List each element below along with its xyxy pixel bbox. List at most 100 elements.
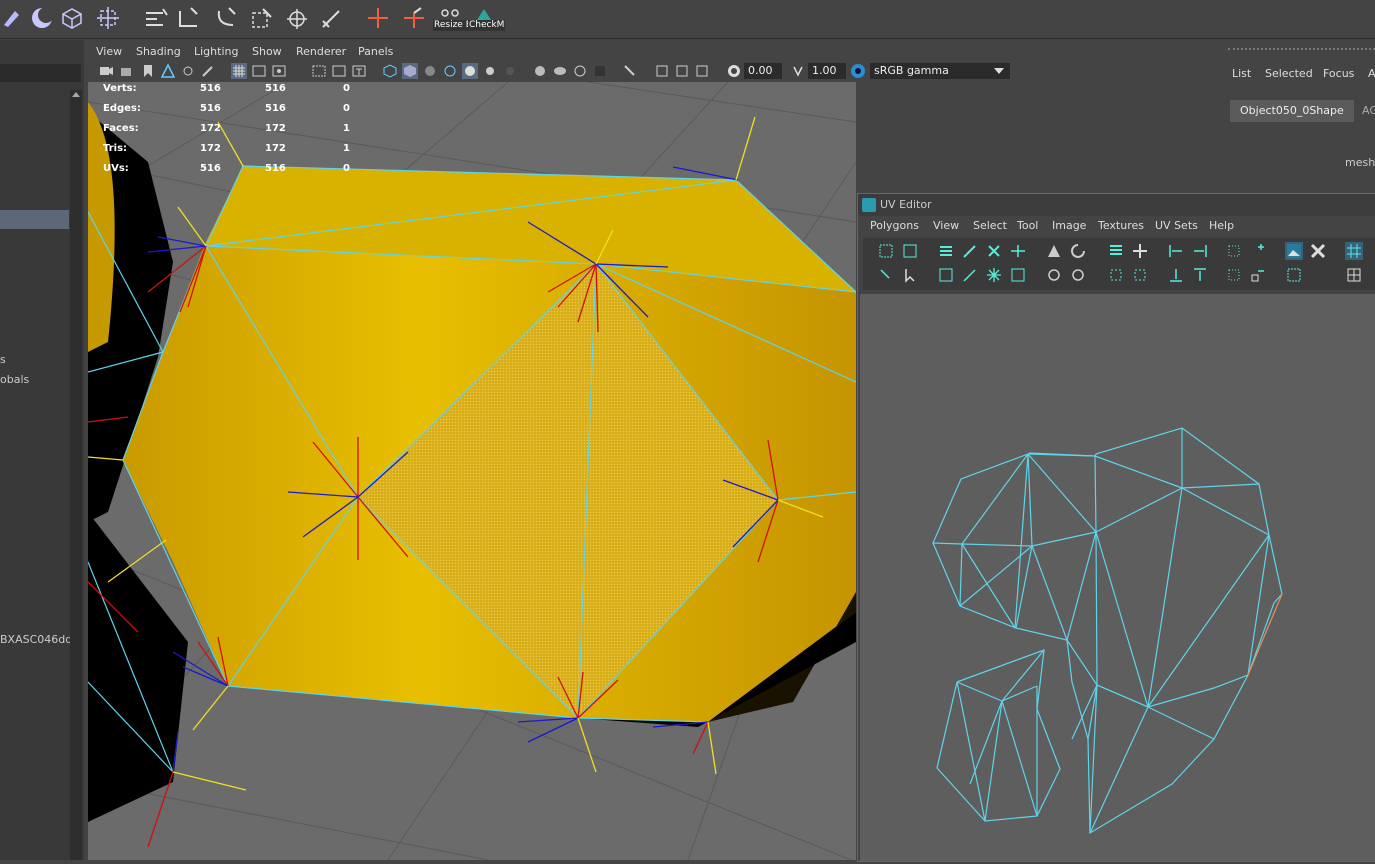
tab-ag[interactable]: AG (1352, 100, 1375, 122)
split-red-icon[interactable] (364, 3, 392, 33)
uv-menu-polygons[interactable]: Polygons (870, 219, 919, 232)
isolate-icon[interactable] (622, 63, 638, 79)
corner-link-icon[interactable] (174, 3, 202, 33)
attr-menu-focus[interactable]: Focus (1323, 67, 1354, 80)
film-gate-icon[interactable] (251, 63, 267, 79)
text-gate-icon[interactable] (351, 63, 367, 79)
exposure-field[interactable]: 0.00 (744, 63, 782, 79)
gamma-field[interactable]: 1.00 (808, 63, 846, 79)
tab-object-shape[interactable]: Object050_0Shape (1230, 100, 1354, 122)
uv-menu-view[interactable]: View (933, 219, 959, 232)
uv-layout-icon[interactable] (1107, 242, 1125, 260)
menu-lighting[interactable]: Lighting (194, 45, 238, 58)
uv-snowflake-icon[interactable] (985, 266, 1003, 284)
lights-icon[interactable] (482, 63, 498, 79)
menu-panels[interactable]: Panels (358, 45, 393, 58)
uv-grid-display-icon[interactable] (1345, 242, 1363, 260)
uv-align-right-icon[interactable] (1191, 242, 1209, 260)
xray-components-icon[interactable] (694, 63, 710, 79)
exposure-icon[interactable] (726, 63, 742, 79)
scale-box-icon[interactable] (248, 3, 276, 33)
outliner-item-globals[interactable]: obals (0, 373, 29, 386)
scroll-up-icon[interactable] (72, 92, 80, 97)
aa-icon[interactable] (572, 63, 588, 79)
uv-dots-icon[interactable] (1225, 242, 1243, 260)
uv-unfold-icon[interactable] (937, 266, 955, 284)
wire-cube-icon[interactable] (58, 3, 86, 33)
grid-snap-icon[interactable] (160, 63, 176, 79)
uv-select-shell-icon[interactable] (877, 242, 895, 260)
uv-menu-textures[interactable]: Textures (1098, 219, 1144, 232)
uv-rotate-ccw-icon[interactable] (1045, 266, 1063, 284)
attr-menu-list[interactable]: List (1232, 67, 1251, 80)
outliner-item-dds[interactable]: BXASC046dds (0, 633, 78, 646)
panel-grip[interactable] (1228, 48, 1375, 54)
attr-menu-a[interactable]: A (1368, 67, 1375, 80)
outliner-item-s[interactable]: s (0, 353, 6, 366)
shadows-icon[interactable] (502, 63, 518, 79)
uv-menu-tool[interactable]: Tool (1017, 219, 1038, 232)
shade-options-icon[interactable] (422, 63, 438, 79)
uv-editor-titlebar[interactable]: UV Editor (858, 194, 1375, 216)
uv-select-arrow-icon[interactable] (877, 266, 895, 284)
safe-action-icon[interactable] (311, 63, 327, 79)
uv-distribute-icon[interactable] (1107, 266, 1125, 284)
uv-menu-help[interactable]: Help (1209, 219, 1234, 232)
color-space-dropdown[interactable]: sRGB gamma (870, 63, 1010, 79)
uv-pointer-icon[interactable] (901, 266, 919, 284)
uv-image-display-icon[interactable] (1285, 242, 1303, 260)
uv-align-bottom-icon[interactable] (1167, 266, 1185, 284)
uv-snap-icon[interactable] (1131, 266, 1149, 284)
color-management-icon[interactable] (850, 63, 866, 79)
insert-edge-icon[interactable] (400, 3, 428, 33)
uv-menu-image[interactable]: Image (1052, 219, 1086, 232)
pencil-icon[interactable] (200, 63, 216, 79)
crescent-tool-icon[interactable] (28, 3, 56, 33)
uv-rotate-cw-icon[interactable] (1069, 266, 1087, 284)
uv-canvas[interactable] (860, 294, 1375, 861)
crosshair-cube-icon[interactable] (94, 3, 122, 33)
attr-menu-selected[interactable]: Selected (1265, 67, 1313, 80)
uv-rotate-icon[interactable] (1069, 242, 1087, 260)
curve-link-icon[interactable] (212, 3, 240, 33)
menu-view[interactable]: View (96, 45, 122, 58)
outliner-selected-row[interactable] (0, 210, 69, 229)
gamma-icon[interactable] (790, 63, 806, 79)
motion-blur-icon[interactable] (552, 63, 568, 79)
uv-align-left-icon[interactable] (1167, 242, 1185, 260)
uv-optimize-icon[interactable] (1009, 266, 1027, 284)
menu-renderer[interactable]: Renderer (296, 45, 346, 58)
menu-show[interactable]: Show (252, 45, 282, 58)
outliner-scrollbar[interactable] (70, 90, 82, 860)
uv-brush-icon[interactable] (961, 242, 979, 260)
align-tool-icon[interactable] (142, 3, 170, 33)
uv-stack-icon[interactable] (937, 242, 955, 260)
uv-smear-icon[interactable] (961, 266, 979, 284)
uv-menu-uvsets[interactable]: UV Sets (1155, 219, 1198, 232)
safe-title-icon[interactable] (331, 63, 347, 79)
uv-cut-icon[interactable] (985, 242, 1003, 260)
target-link-icon[interactable] (284, 3, 312, 33)
textured-icon[interactable] (442, 63, 458, 79)
uv-dim-image-icon[interactable] (1285, 266, 1303, 284)
pivot-icon[interactable] (180, 63, 196, 79)
wireframe-cube-icon[interactable] (382, 63, 398, 79)
uv-select-grow-icon[interactable] (901, 242, 919, 260)
camera-icon[interactable] (98, 63, 114, 79)
uv-checker-icon[interactable] (1309, 242, 1327, 260)
chevron-down-icon[interactable] (994, 68, 1004, 74)
uv-frame-icon[interactable] (1345, 266, 1363, 284)
checker-icon[interactable] (462, 63, 478, 79)
sculpt-tool-icon[interactable] (0, 3, 28, 33)
uv-menu-select[interactable]: Select (973, 219, 1007, 232)
uv-align-top-icon[interactable] (1191, 266, 1209, 284)
uv-grid-icon[interactable] (1131, 242, 1149, 260)
3d-viewport[interactable] (88, 82, 856, 860)
xray-icon[interactable] (654, 63, 670, 79)
ao-icon[interactable] (532, 63, 548, 79)
menu-shading[interactable]: Shading (136, 45, 181, 58)
bookmark-icon[interactable] (140, 63, 156, 79)
uv-flip-icon[interactable] (1045, 242, 1063, 260)
resolution-gate-icon[interactable] (271, 63, 287, 79)
uv-remove-icon[interactable] (1249, 266, 1267, 284)
